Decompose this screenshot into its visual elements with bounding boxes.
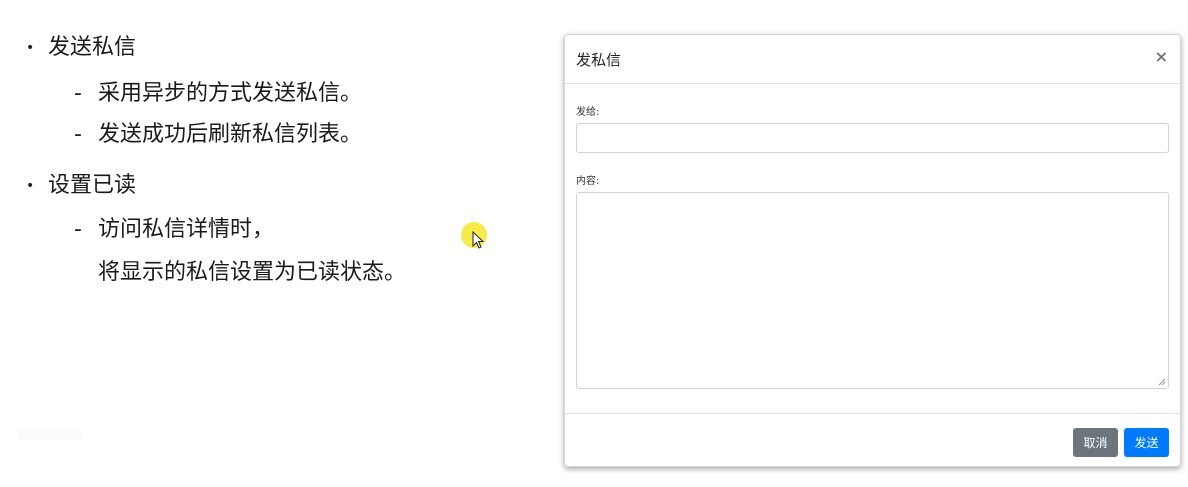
sub-item-text: 发送成功后刷新私信列表。 <box>98 122 363 147</box>
sub-item-text: 采用异步的方式发送私信。 <box>98 81 363 106</box>
faint-watermark <box>18 428 82 440</box>
bullet-dot: • <box>26 178 35 194</box>
send-button[interactable]: 发送 <box>1124 428 1169 457</box>
dash-marker: - <box>74 81 82 106</box>
mouse-cursor <box>461 222 491 252</box>
dialog-footer: 取消 发送 <box>565 413 1180 467</box>
slide-content: • 发送私信 - 采用异步的方式发送私信。 - 发送成功后刷新私信列表。 • 设… <box>0 0 540 487</box>
recipient-input[interactable] <box>576 123 1169 153</box>
cursor-arrow-icon <box>472 231 485 249</box>
send-message-dialog: 发私信 × 发给: 内容: 取消 发送 <box>564 34 1181 467</box>
bullet-label: 设置已读 <box>48 173 137 198</box>
cancel-button[interactable]: 取消 <box>1073 428 1118 457</box>
dialog-title: 发私信 <box>576 51 622 69</box>
bullet-item-mark-read: • 设置已读 <box>26 171 136 201</box>
message-content-textarea[interactable] <box>576 192 1169 389</box>
bullet-label: 发送私信 <box>48 35 137 60</box>
sub-item: - 访问私信详情时， <box>74 215 274 245</box>
close-icon[interactable]: × <box>1155 47 1168 67</box>
sub-item-text: 访问私信详情时， <box>98 217 275 242</box>
sub-item: - 采用异步的方式发送私信。 <box>74 79 362 109</box>
bullet-dot: • <box>26 40 35 56</box>
sub-item-continuation: 将显示的私信设置为已读状态。 <box>98 260 407 285</box>
to-field-label: 发给: <box>576 107 600 118</box>
dialog-header: 发私信 × <box>565 35 1180 84</box>
sub-item: - 发送成功后刷新私信列表。 <box>74 120 362 150</box>
resize-grip-icon[interactable] <box>1158 378 1166 386</box>
dash-marker: - <box>74 122 82 147</box>
bullet-item-send-message: • 发送私信 <box>26 33 136 63</box>
content-field-label: 内容: <box>576 176 600 187</box>
dash-marker: - <box>74 217 82 242</box>
